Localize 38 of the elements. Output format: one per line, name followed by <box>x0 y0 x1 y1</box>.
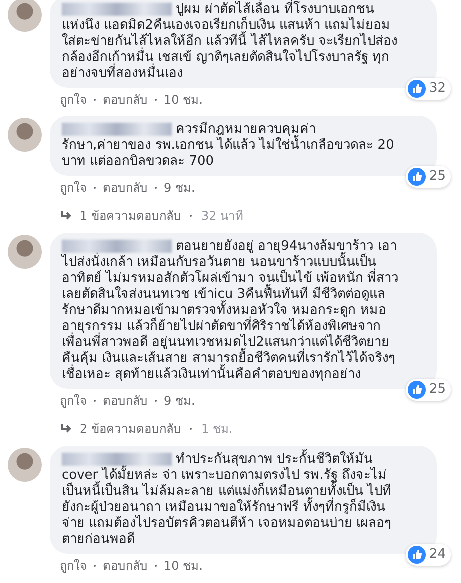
like-link[interactable]: ถูกใจ <box>60 393 87 409</box>
like-icon <box>408 546 426 564</box>
comment-text: อายุรกรรม แล้วก็ย้ายไปผ่าตัดขาที่ศิริราชได้ห้องพิเศษจาก <box>62 319 427 335</box>
like-icon <box>408 80 426 98</box>
view-replies-link[interactable]: 1 ข้อความตอบกลับ <box>80 208 182 224</box>
reply-time: 32 นาที <box>201 208 244 224</box>
avatar[interactable] <box>8 0 42 32</box>
comment-text: เพื่อนพี่สาวพอดี อยู่นนทเวชหมดไป2แสนกว่าแต่ได้ชีวิตยาย <box>62 335 427 351</box>
comment-time: 10 ชม. <box>164 92 203 108</box>
like-count[interactable]: 25 <box>406 379 451 401</box>
reply-link[interactable]: ตอบกลับ <box>103 558 148 574</box>
reply-arrow-icon <box>60 210 74 222</box>
reply-time: 1 ชม. <box>201 421 233 437</box>
like-link[interactable]: ถูกใจ <box>60 558 87 574</box>
like-icon <box>408 168 426 186</box>
comment-text: ตอนยายยังอยู่ อายุ94นางล้มขาร้าว เอา <box>176 239 397 254</box>
like-count[interactable]: 24 <box>406 544 451 566</box>
comment-text: ควรมีกฎหมายควบคุมค่า <box>176 122 316 137</box>
comment-time: 9 ชม. <box>164 180 196 196</box>
reply-link[interactable]: ตอบกลับ <box>103 180 148 196</box>
reply-arrow-icon <box>60 423 74 435</box>
reply-link[interactable]: ตอบกลับ <box>103 393 148 409</box>
comment-text: จ่าย แถมต้องไปรอบัตรคิวตอนตีห้า เจอหมอตอนบ่าย เผลอๆ <box>62 516 392 532</box>
view-replies-link[interactable]: 2 ข้อความตอบกลับ <box>80 421 182 437</box>
comment-text: ปูผม ผ่าตัดไส้เลื่อน ที่โรงบาบเอกชน <box>176 2 374 17</box>
avatar[interactable] <box>8 448 42 482</box>
like-count[interactable]: 32 <box>406 78 451 100</box>
reply-link[interactable]: ตอบกลับ <box>103 92 148 108</box>
comment-text: ตายก่อนพอดี <box>62 532 136 548</box>
avatar[interactable] <box>8 235 42 269</box>
comment-time: 9 ชม. <box>164 393 196 409</box>
like-link[interactable]: ถูกใจ <box>60 180 87 196</box>
comment-time: 10 ชม. <box>164 558 203 574</box>
like-icon <box>408 381 426 399</box>
like-count[interactable]: 25 <box>406 166 451 188</box>
comment-text: บาท แต่ออกบิลขวดละ 700 <box>62 154 216 170</box>
avatar[interactable] <box>8 118 42 152</box>
like-link[interactable]: ถูกใจ <box>60 92 87 108</box>
